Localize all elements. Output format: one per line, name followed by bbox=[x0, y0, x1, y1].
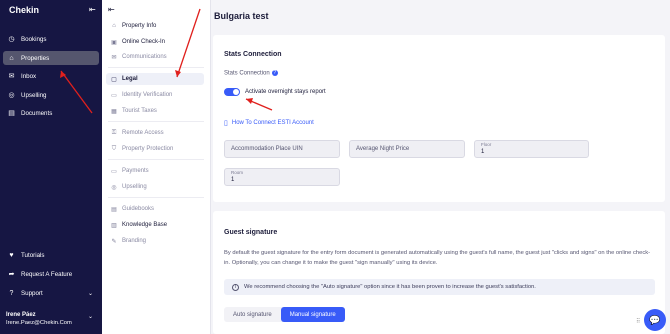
toggle-label: Activate overnight stays report bbox=[245, 89, 326, 95]
app-logo[interactable]: Chekin bbox=[9, 5, 39, 15]
calendar-icon: ◷ bbox=[8, 36, 15, 43]
sidebar-item-properties[interactable]: ⌂ Properties bbox=[3, 51, 99, 65]
room-field[interactable]: Room 1 bbox=[224, 168, 340, 186]
subnav-legal[interactable]: ▢ Legal bbox=[106, 73, 204, 85]
document-icon: ▤ bbox=[8, 110, 15, 117]
sidebar-item-inbox[interactable]: ✉ Inbox bbox=[3, 69, 99, 83]
id-icon: ▭ bbox=[111, 92, 117, 99]
sidebar-item-documents[interactable]: ▤ Documents bbox=[3, 106, 99, 120]
signature-mode-selector: Auto signature Manual signature bbox=[224, 307, 345, 322]
info-icon[interactable]: ? bbox=[271, 70, 278, 76]
subnav-identity-verification[interactable]: ▭ Identity Verification bbox=[106, 89, 204, 101]
divider bbox=[108, 159, 204, 160]
subnav-branding[interactable]: ✎ Branding bbox=[106, 235, 204, 247]
chevron-down-icon: ⌄ bbox=[88, 289, 94, 297]
signature-description: By default the guest signature for the e… bbox=[224, 250, 651, 266]
sidebar-item-support[interactable]: ? Support ⌄ bbox=[3, 286, 99, 300]
upselling-icon: ◎ bbox=[8, 92, 15, 99]
book-open-icon: ▯ bbox=[224, 120, 228, 127]
user-menu[interactable]: Irene Páez Irene.Paez@Chekin.Com ⌄ bbox=[6, 311, 93, 327]
megaphone-icon: ➦ bbox=[8, 271, 15, 278]
divider bbox=[108, 121, 204, 122]
heart-icon: ♥ bbox=[9, 251, 14, 259]
book-icon: ▤ bbox=[111, 206, 117, 213]
info-icon: ⌂ bbox=[112, 23, 116, 29]
tax-icon: ▦ bbox=[111, 108, 117, 115]
subnav-payments[interactable]: ▭ Payments bbox=[106, 165, 204, 177]
subnav-knowledge-base[interactable]: ▥ Knowledge Base bbox=[106, 219, 204, 231]
signature-title: Guest signature bbox=[224, 229, 278, 236]
floor-field[interactable]: Floor 1 bbox=[474, 140, 589, 158]
user-email: Irene.Paez@Chekin.Com bbox=[6, 320, 72, 326]
auto-signature-option[interactable]: Auto signature bbox=[224, 307, 281, 322]
info-icon: i bbox=[232, 283, 239, 291]
help-icon: ? bbox=[9, 289, 14, 297]
main-sidebar: Chekin ⇤ ◷ Bookings ⌂ Properties ✉ Inbox ◎ U… bbox=[0, 0, 102, 334]
divider bbox=[108, 67, 204, 68]
accommodation-uin-field[interactable]: Accommodation Place UIN bbox=[224, 140, 340, 158]
subnav-guidebooks[interactable]: ▤ Guidebooks bbox=[106, 203, 204, 215]
back-arrow-icon[interactable]: ⇤ bbox=[108, 5, 115, 14]
knowledge-icon: ▥ bbox=[111, 222, 117, 229]
brush-icon: ✎ bbox=[111, 238, 117, 245]
sidebar-item-request-feature[interactable]: ➦ Request A Feature bbox=[3, 267, 99, 281]
property-subnav: ⇤ ⌂ Property Info ▣ Online Check-In ✉ Commu… bbox=[102, 0, 211, 334]
subnav-upselling[interactable]: ◎ Upselling bbox=[106, 181, 204, 193]
subnav-tourist-taxes[interactable]: ▦ Tourist Taxes bbox=[106, 105, 204, 117]
overnight-stays-toggle[interactable] bbox=[224, 88, 240, 96]
chevron-down-icon: ⌄ bbox=[88, 314, 93, 320]
average-night-price-field[interactable]: Average Night Price bbox=[349, 140, 465, 158]
user-name: Irene Páez bbox=[6, 312, 36, 318]
sidebar-item-bookings[interactable]: ◷ Bookings bbox=[3, 32, 99, 46]
drag-handle-icon[interactable]: ⠿ bbox=[636, 318, 640, 325]
sidebar-item-tutorials[interactable]: ♥ Tutorials bbox=[3, 248, 99, 262]
chat-icon[interactable]: 💬 bbox=[644, 309, 666, 331]
stats-title: Stats Connection bbox=[224, 51, 282, 58]
subnav-online-checkin[interactable]: ▣ Online Check-In bbox=[106, 36, 204, 48]
esti-help-link[interactable]: ▯ How To Connect ESTI Account bbox=[224, 119, 314, 127]
card-icon: ▭ bbox=[111, 168, 117, 175]
signature-notice: i We recommend choosing the "Auto signatu… bbox=[224, 279, 655, 295]
inbox-icon: ✉ bbox=[8, 73, 15, 80]
manual-signature-option[interactable]: Manual signature bbox=[280, 307, 345, 322]
checkin-icon: ▣ bbox=[111, 39, 117, 46]
guest-signature-card: Guest signature By default the guest sig… bbox=[213, 211, 665, 334]
subnav-property-protection[interactable]: ⛉ Property Protection bbox=[106, 143, 204, 155]
upselling-icon: ◎ bbox=[111, 184, 117, 191]
subnav-property-info[interactable]: ⌂ Property Info bbox=[106, 20, 204, 32]
legal-icon: ▢ bbox=[111, 76, 117, 83]
sidebar-item-upselling[interactable]: ◎ Upselling bbox=[3, 88, 99, 102]
page-title: Bulgaria test bbox=[214, 11, 269, 21]
mail-icon: ✉ bbox=[111, 54, 117, 61]
stats-connection-card: Stats Connection Stats Connection? Activ… bbox=[213, 35, 665, 202]
home-icon: ⌂ bbox=[9, 54, 14, 62]
shield-icon: ⛉ bbox=[111, 145, 117, 152]
stats-label: Stats Connection? bbox=[224, 70, 278, 77]
subnav-communications[interactable]: ✉ Communications bbox=[106, 51, 204, 63]
divider bbox=[108, 197, 204, 198]
subnav-remote-access[interactable]: ⚿ Remote Access bbox=[106, 127, 204, 139]
collapse-left-icon[interactable]: ⇤ bbox=[89, 5, 96, 14]
key-icon: ⚿ bbox=[111, 129, 117, 136]
